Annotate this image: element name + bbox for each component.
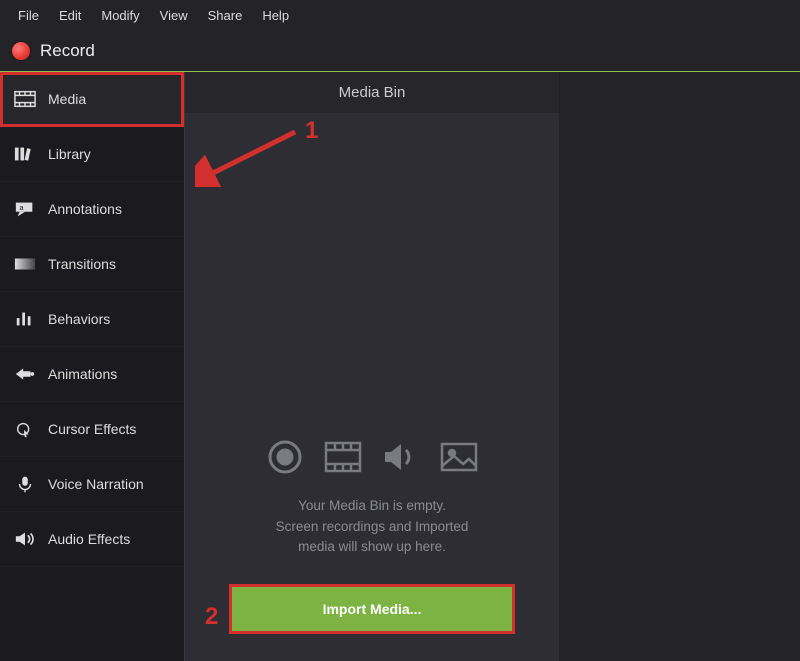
sidebar: Media Library a [0, 72, 185, 661]
sidebar-item-label: Library [48, 146, 91, 162]
sidebar-item-annotations[interactable]: a Annotations [0, 182, 184, 237]
mic-icon [14, 475, 36, 493]
media-bin-body: Your Media Bin is empty. Screen recordin… [185, 113, 559, 661]
app-window: File Edit Modify View Share Help Record … [0, 0, 800, 661]
arrow-swap-icon [14, 365, 36, 383]
sidebar-item-behaviors[interactable]: Behaviors [0, 292, 184, 347]
empty-state-icons [265, 440, 479, 474]
menu-file[interactable]: File [8, 4, 49, 27]
sidebar-item-label: Annotations [48, 201, 122, 217]
sidebar-item-cursor-effects[interactable]: Cursor Effects [0, 402, 184, 457]
record-label[interactable]: Record [40, 41, 95, 61]
media-bin-panel: Media Bin [185, 72, 560, 661]
sidebar-item-animations[interactable]: Animations [0, 347, 184, 402]
menu-modify[interactable]: Modify [91, 4, 149, 27]
gradient-icon [14, 255, 36, 273]
speaker-icon [381, 440, 421, 474]
sidebar-item-label: Audio Effects [48, 531, 130, 547]
media-bin-title: Media Bin [185, 72, 559, 113]
film-icon [323, 440, 363, 474]
record-icon[interactable] [12, 42, 30, 60]
sidebar-item-label: Transitions [48, 256, 116, 272]
content-area: Media Bin [185, 72, 800, 661]
film-icon [14, 90, 36, 108]
books-icon [14, 145, 36, 163]
menubar: File Edit Modify View Share Help [0, 0, 800, 31]
sidebar-item-transitions[interactable]: Transitions [0, 237, 184, 292]
sidebar-item-library[interactable]: Library [0, 127, 184, 182]
cursor-icon [14, 420, 36, 438]
sidebar-item-label: Media [48, 91, 86, 107]
import-media-button[interactable]: Import Media... [232, 587, 512, 631]
sidebar-item-label: Behaviors [48, 311, 110, 327]
empty-line-2: Screen recordings and Imported [276, 517, 469, 537]
speaker-icon [14, 530, 36, 548]
menu-share[interactable]: Share [198, 4, 253, 27]
sidebar-item-audio-effects[interactable]: Audio Effects [0, 512, 184, 567]
menu-view[interactable]: View [150, 4, 198, 27]
sidebar-item-media[interactable]: Media [0, 72, 184, 127]
image-icon [439, 440, 479, 474]
annotation-label-1: 1 [305, 117, 318, 145]
sidebar-item-label: Animations [48, 366, 117, 382]
annotation-label-2: 2 [205, 603, 218, 631]
menu-help[interactable]: Help [252, 4, 299, 27]
record-bar: Record [0, 31, 800, 72]
callout-icon: a [14, 200, 36, 218]
sidebar-item-voice-narration[interactable]: Voice Narration [0, 457, 184, 512]
menu-edit[interactable]: Edit [49, 4, 91, 27]
empty-state-text: Your Media Bin is empty. Screen recordin… [276, 496, 469, 557]
sidebar-item-label: Cursor Effects [48, 421, 136, 437]
record-circle-icon [265, 440, 305, 474]
sliders-icon [14, 310, 36, 328]
preview-pane [560, 72, 800, 661]
empty-line-3: media will show up here. [276, 537, 469, 557]
empty-line-1: Your Media Bin is empty. [276, 496, 469, 516]
sidebar-item-label: Voice Narration [48, 476, 144, 492]
